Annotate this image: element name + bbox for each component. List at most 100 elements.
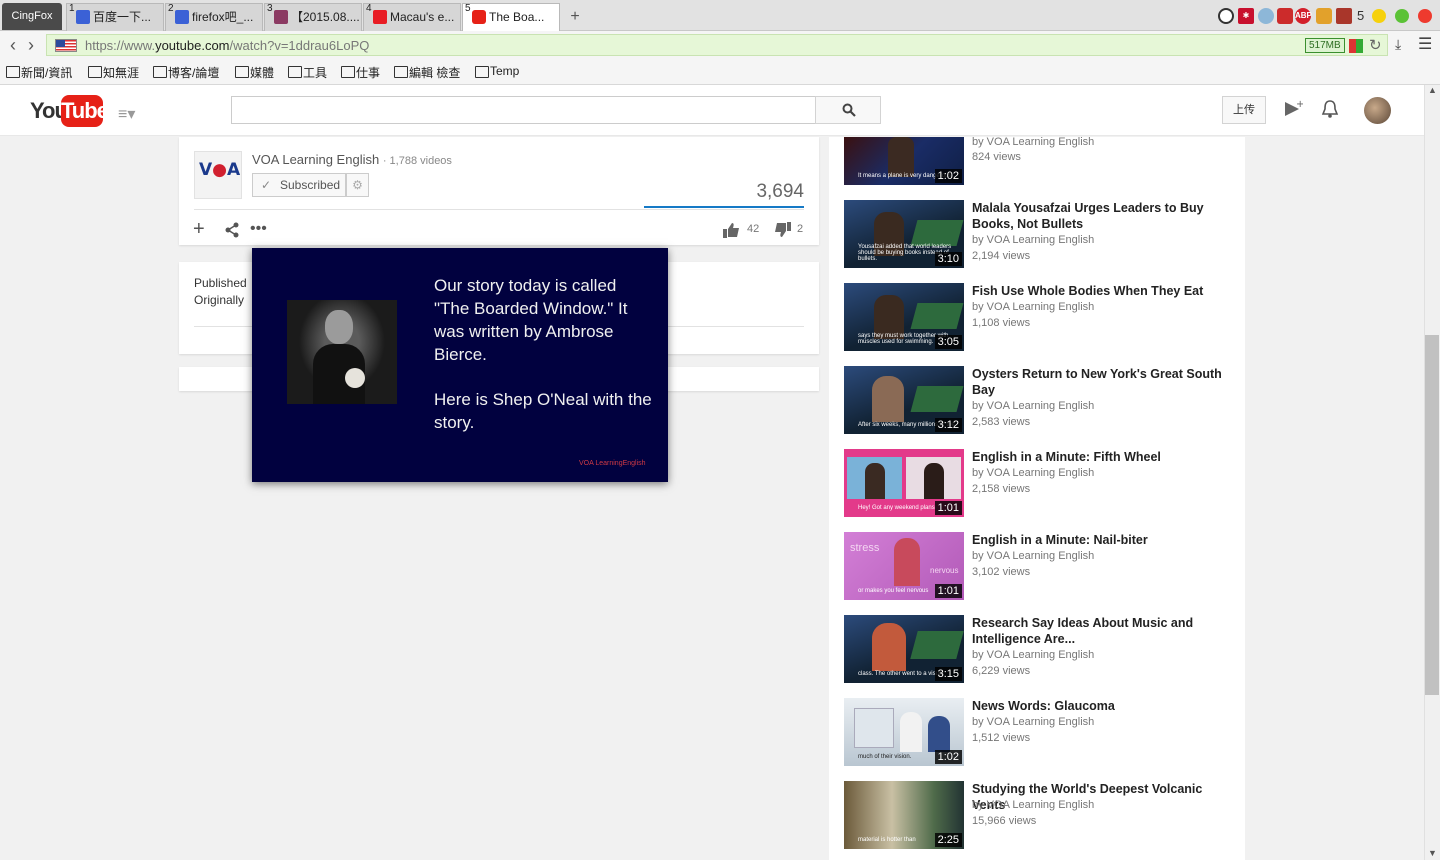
video-channel[interactable]: by VOA Learning English xyxy=(972,467,1094,479)
video-title[interactable]: Malala Yousafzai Urges Leaders to Buy Bo… xyxy=(972,200,1234,232)
video-title[interactable]: News Words: Glaucoma xyxy=(972,698,1234,714)
forward-icon[interactable]: › xyxy=(28,35,34,55)
adblock-icon[interactable]: ABP xyxy=(1295,8,1312,24)
related-video-item[interactable]: It means a plane is very dangerous 1:02 … xyxy=(844,117,1234,187)
tab-macau[interactable]: 4 Macau's e... xyxy=(363,3,461,31)
channel-name[interactable]: VOA Learning English · 1,788 videos xyxy=(252,152,452,167)
thumbnail-graphic xyxy=(910,220,964,246)
video-title[interactable]: Fish Use Whole Bodies When They Eat xyxy=(972,283,1234,299)
subscribed-button[interactable]: ✓ Subscribed xyxy=(252,173,346,197)
thumbs-down-icon[interactable] xyxy=(774,222,792,238)
share-icon[interactable] xyxy=(224,222,240,238)
check-icon: ✓ xyxy=(261,178,272,192)
shield-icon[interactable] xyxy=(1277,8,1293,24)
dislike-count: 2 xyxy=(797,223,804,235)
video-duration: 1:02 xyxy=(934,169,962,183)
video-thumbnail[interactable]: class. The other went to a visual 3:15 xyxy=(844,615,964,683)
tab-news[interactable]: 3 【2015.08.... xyxy=(264,3,362,31)
bookmark-folder[interactable]: 新聞/資訊 xyxy=(4,64,72,81)
avatar[interactable] xyxy=(1364,97,1391,124)
video-channel[interactable]: by VOA Learning English xyxy=(972,799,1094,811)
tab-firefox-forum[interactable]: 2 firefox吧_... xyxy=(165,3,263,31)
download-icon[interactable]: ⤓ xyxy=(1395,36,1401,53)
video-channel[interactable]: by VOA Learning English xyxy=(972,301,1094,313)
video-channel[interactable]: by VOA Learning English xyxy=(972,716,1094,728)
related-video-item[interactable]: material is hotter than 2:25 Studying th… xyxy=(844,781,1234,851)
published-label: Published xyxy=(194,276,247,290)
video-title[interactable]: Oysters Return to New York's Great South… xyxy=(972,366,1234,398)
new-tab-button[interactable]: + xyxy=(562,4,588,30)
search-input[interactable] xyxy=(231,96,816,124)
video-channel[interactable]: by VOA Learning English xyxy=(972,550,1094,562)
asterisk-icon[interactable]: ✱ xyxy=(1238,8,1254,24)
video-title[interactable]: English in a Minute: Fifth Wheel xyxy=(972,449,1234,465)
video-preview-popup[interactable]: Our story today is called "The Boarded W… xyxy=(252,248,668,482)
related-video-item[interactable]: Yousafzai added that world leaders shoul… xyxy=(844,200,1234,270)
related-video-item[interactable]: Hey! Got any weekend plans 1:01 English … xyxy=(844,449,1234,519)
script-icon[interactable] xyxy=(1336,8,1352,24)
video-thumbnail[interactable]: stress nervous or makes you feel nervous… xyxy=(844,532,964,600)
gear-icon[interactable]: ⚙ xyxy=(346,173,369,197)
tab-youtube-active[interactable]: 5 The Boa... xyxy=(462,3,560,31)
address-bar[interactable]: https://www.youtube.com/watch?v=1ddrau6L… xyxy=(46,34,1388,56)
video-title[interactable]: Research Say Ideas About Music and Intel… xyxy=(972,615,1234,647)
video-thumbnail[interactable]: It means a plane is very dangerous 1:02 xyxy=(844,137,964,185)
voa-watermark: VOA LearningEnglish xyxy=(579,460,646,467)
tab-number: 2 xyxy=(168,3,174,14)
close-button[interactable] xyxy=(1418,9,1432,23)
video-thumbnail[interactable]: Yousafzai added that world leaders shoul… xyxy=(844,200,964,268)
more-icon[interactable]: ••• xyxy=(250,219,267,239)
channel-avatar[interactable]: V●A xyxy=(194,151,242,199)
video-thumbnail[interactable]: says they must work together with muscle… xyxy=(844,283,964,351)
maximize-button[interactable] xyxy=(1395,9,1409,23)
thumbnail-person xyxy=(888,137,914,177)
notifications-icon[interactable] xyxy=(1321,99,1339,119)
site-icon xyxy=(373,10,387,24)
navigation-bar: ‹ › https://www.youtube.com/watch?v=1ddr… xyxy=(0,31,1440,59)
reload-icon[interactable]: ↻ xyxy=(1369,36,1382,54)
app-menu-button[interactable]: CingFox xyxy=(2,3,62,30)
scrollbar-thumb[interactable] xyxy=(1425,335,1439,695)
related-video-item[interactable]: class. The other went to a visual 3:15 R… xyxy=(844,615,1234,685)
video-title[interactable]: English in a Minute: Nail-biter xyxy=(972,532,1234,548)
bookmark-folder[interactable]: 媒體 xyxy=(233,64,274,81)
related-video-item[interactable]: stress nervous or makes you feel nervous… xyxy=(844,532,1234,602)
url-text[interactable]: https://www.youtube.com/watch?v=1ddrau6L… xyxy=(85,38,369,53)
related-video-item[interactable]: much of their vision. 1:02 News Words: G… xyxy=(844,698,1234,768)
video-duration: 1:01 xyxy=(934,501,962,515)
bookmark-folder[interactable]: 工具 xyxy=(286,64,327,81)
crosshair-icon[interactable] xyxy=(1218,8,1234,24)
video-channel[interactable]: by VOA Learning English xyxy=(972,234,1094,246)
thumbnail-panel xyxy=(847,457,902,499)
video-channel[interactable]: by VOA Learning English xyxy=(972,136,1094,148)
monkey-icon[interactable] xyxy=(1316,8,1332,24)
paw-icon xyxy=(175,10,189,24)
video-channel[interactable]: by VOA Learning English xyxy=(972,649,1094,661)
globe-icon[interactable] xyxy=(1258,8,1274,24)
tab-baidu[interactable]: 1 百度一下... xyxy=(66,3,164,31)
add-to-icon[interactable]: + xyxy=(193,219,205,239)
bookmark-folder[interactable]: 知無涯 xyxy=(86,64,139,81)
video-channel[interactable]: by VOA Learning English xyxy=(972,400,1094,412)
menu-icon[interactable]: ☰ xyxy=(1418,34,1432,54)
related-video-item[interactable]: After six weeks, many millions of the 3:… xyxy=(844,366,1234,436)
bookmark-folder[interactable]: Temp xyxy=(473,64,519,78)
video-views: 3,102 views xyxy=(972,566,1031,578)
scroll-up-icon[interactable]: ▲ xyxy=(1428,85,1437,95)
video-thumbnail[interactable]: much of their vision. 1:02 xyxy=(844,698,964,766)
video-thumbnail[interactable]: material is hotter than 2:25 xyxy=(844,781,964,849)
grid-icon[interactable] xyxy=(1349,39,1363,53)
back-icon[interactable]: ‹ xyxy=(10,35,16,55)
scroll-down-icon[interactable]: ▼ xyxy=(1428,848,1437,858)
guide-menu-icon[interactable]: ≡▾ xyxy=(118,104,135,124)
youtube-logo-tube[interactable]: Tube xyxy=(61,95,109,127)
minimize-button[interactable] xyxy=(1372,9,1386,23)
video-thumbnail[interactable]: After six weeks, many millions of the 3:… xyxy=(844,366,964,434)
create-video-icon[interactable]: + xyxy=(1283,99,1303,119)
related-video-item[interactable]: says they must work together with muscle… xyxy=(844,283,1234,353)
thumbs-up-icon[interactable] xyxy=(722,222,740,238)
video-thumbnail[interactable]: Hey! Got any weekend plans 1:01 xyxy=(844,449,964,517)
bookmark-folder[interactable]: 編輯 檢查 xyxy=(392,64,460,81)
bookmark-folder[interactable]: 仕事 xyxy=(339,64,380,81)
bookmark-folder[interactable]: 博客/論壇 xyxy=(151,64,219,81)
